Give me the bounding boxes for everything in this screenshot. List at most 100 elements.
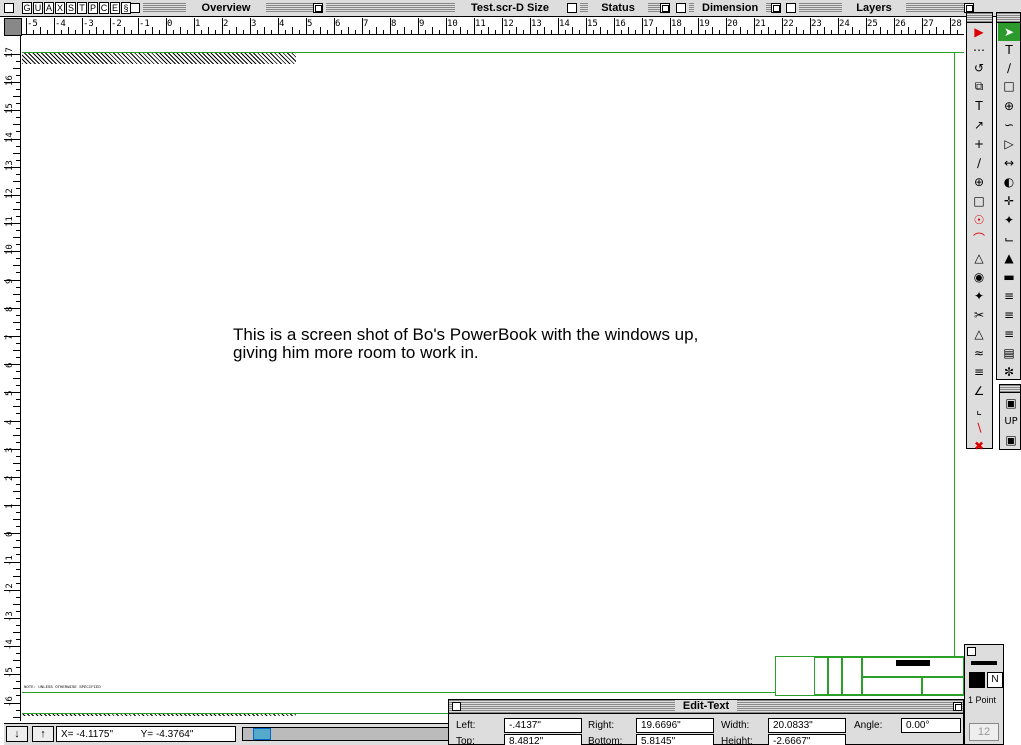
dimension-zoom-box[interactable] <box>771 3 781 13</box>
top-field[interactable]: 8.4812" <box>504 734 582 745</box>
tool-letter-s[interactable]: S <box>66 2 76 14</box>
ruler-top-major-tick <box>642 18 643 34</box>
duplicate-icon[interactable]: ⧉ <box>968 77 990 95</box>
left-field[interactable]: -.4137" <box>504 718 582 733</box>
horizontal-ruler[interactable]: -5 -4 -3 -2 -1 0 1 2 3 4 5 6 7 8 9 10 11 12 13 14 15 16 17 18 19… <box>22 18 964 35</box>
center-mark-icon[interactable]: ✛ <box>998 192 1020 210</box>
tool-letter-e[interactable]: E <box>110 2 120 14</box>
edit-text-palette[interactable]: Edit-Text Left: -.4137" Right: 19.6696" … <box>448 699 964 745</box>
ruler-left-minor-tick <box>13 491 20 492</box>
crosshair-icon[interactable]: ⊕ <box>968 173 990 191</box>
view-up-button[interactable]: UP <box>1000 413 1021 431</box>
vertical-ruler[interactable]: 17 16 15 14 13 12 11 10 9 8 7 6 5 4 3 2 1 0 -1 -2 -3 -4 -5 -6 <box>4 36 21 721</box>
horizontal-scroll-thumb[interactable] <box>253 728 271 740</box>
status-close-box[interactable] <box>567 3 577 13</box>
fill-color-swatch[interactable] <box>969 672 985 688</box>
pen-size-field[interactable]: 12 <box>969 723 999 741</box>
tool-letter-t[interactable]: T <box>77 2 87 14</box>
bezier-icon[interactable]: ∽ <box>998 116 1020 134</box>
arc-tool-icon[interactable]: ⌒ <box>968 230 990 248</box>
ruler-top-label: 9 <box>419 19 425 29</box>
eyedropper-icon[interactable]: ∖ <box>968 419 990 437</box>
dimension-close-box[interactable] <box>676 3 686 13</box>
ruler-top-minor-tick <box>565 30 566 34</box>
3d-cube-icon[interactable]: ▣ <box>1000 394 1021 412</box>
pointer-arrow-icon[interactable]: ▶ <box>968 23 990 41</box>
angle-field[interactable]: 0.00° <box>901 718 961 733</box>
parallel-lines-icon[interactable]: ≡ <box>968 363 990 381</box>
green-lines-icon[interactable]: ≡ <box>998 325 1020 343</box>
thick-lines-icon[interactable]: ▤ <box>998 344 1020 362</box>
tool-letter-u[interactable]: U <box>33 2 43 14</box>
line-tool-icon[interactable]: ∕ <box>968 154 990 172</box>
width-field[interactable]: 20.0833" <box>768 718 846 733</box>
pen-close-box[interactable] <box>967 647 976 656</box>
window-title-bar[interactable]: G U A X S T P C E § Overview Test.scr-D … <box>0 0 1021 17</box>
selection-arrow-icon[interactable]: ➤ <box>998 23 1020 41</box>
tool-palette-primary-drag-bar[interactable] <box>967 13 992 23</box>
close-box[interactable] <box>4 3 14 13</box>
bottom-field[interactable]: 5.8145" <box>636 734 714 745</box>
wave-icon[interactable]: ≈ <box>968 344 990 362</box>
pattern-none-swatch[interactable]: N <box>987 672 1003 688</box>
line-weight-icon[interactable]: ▬ <box>998 268 1020 286</box>
pen-weight-label[interactable]: 1 Point <box>968 695 996 705</box>
rectangle-tool-icon[interactable]: □ <box>968 192 990 210</box>
circle-tool-icon[interactable]: ☉ <box>968 211 990 229</box>
edit-text-zoom-box[interactable] <box>953 702 962 711</box>
eraser-icon[interactable]: △ <box>968 325 990 343</box>
angle-icon[interactable]: ∠ <box>968 382 990 400</box>
tool-palette-secondary-drag-bar[interactable] <box>997 13 1020 23</box>
point-icon[interactable]: + <box>968 135 990 153</box>
ruler-left-minor-tick <box>16 455 20 457</box>
height-field[interactable]: -2.6667" <box>768 734 846 745</box>
scroll-down-arrow-icon[interactable]: ↓ <box>6 726 28 742</box>
tool-letter-c[interactable]: C <box>99 2 109 14</box>
circle-center-icon[interactable]: ⊕ <box>998 97 1020 115</box>
overview-zoom-box[interactable] <box>313 3 323 13</box>
ruler-top-minor-tick <box>684 27 685 34</box>
eye-icon[interactable]: ◉ <box>968 268 990 286</box>
layers-close-box[interactable] <box>786 3 796 13</box>
dotted-line-icon[interactable]: ⋯ <box>968 41 990 59</box>
3d-rotate-icon[interactable]: ▣ <box>1000 431 1021 449</box>
paint-bucket-icon[interactable]: ▲ <box>998 249 1020 267</box>
scissors-icon[interactable]: ✂ <box>968 306 990 324</box>
spiral-icon[interactable]: ✼ <box>998 363 1020 381</box>
text-tool-icon[interactable]: T <box>968 97 990 115</box>
tool-letter-a[interactable]: A <box>44 2 54 14</box>
radius-icon[interactable]: ◐ <box>998 173 1020 191</box>
dimension-arrow-icon[interactable]: ↔ <box>998 154 1020 172</box>
corner-icon[interactable]: ⌙ <box>998 230 1020 248</box>
rotate-icon[interactable]: ↺ <box>968 59 990 77</box>
rectangle-icon[interactable]: □ <box>998 77 1020 95</box>
edit-text-close-box[interactable] <box>452 702 461 711</box>
drawing-title-block[interactable] <box>775 656 964 696</box>
status-zoom-box[interactable] <box>660 3 670 13</box>
polygon-tool-icon[interactable]: △ <box>968 249 990 267</box>
node-icon[interactable]: ✦ <box>998 211 1020 229</box>
line-style-icon[interactable]: ≡ <box>998 287 1020 305</box>
ruler-top-minor-tick <box>271 30 272 34</box>
tool-letter-g[interactable]: G <box>22 2 32 14</box>
right-field[interactable]: 19.6696" <box>636 718 714 733</box>
hatch-lines-icon[interactable]: ≡ <box>998 306 1020 324</box>
tool-letter-p[interactable]: P <box>88 2 98 14</box>
diagonal-line-icon[interactable]: ∕ <box>998 59 1020 77</box>
fillet-icon[interactable]: ⌞ <box>968 401 990 419</box>
callout-icon[interactable]: ↗ <box>968 116 990 134</box>
ruler-left-minor-tick <box>16 667 20 669</box>
polyline-icon[interactable]: ▷ <box>998 135 1020 153</box>
drawing-canvas[interactable]: This is a screen shot of Bo's PowerBook … <box>22 36 964 716</box>
delete-x-icon[interactable]: ✖ <box>968 437 990 455</box>
scroll-up-arrow-icon[interactable]: ↑ <box>32 726 54 742</box>
ruler-origin-corner[interactable] <box>4 18 22 36</box>
horizontal-scrollbar[interactable] <box>242 727 450 741</box>
text-note[interactable]: This is a screen shot of Bo's PowerBook … <box>233 326 698 362</box>
edit-text-title-bar[interactable]: Edit-Text <box>449 700 963 714</box>
text-tool-icon-2[interactable]: T <box>998 41 1020 59</box>
snap-icon[interactable]: ✦ <box>968 287 990 305</box>
ruler-top-minor-tick <box>656 27 657 34</box>
tool-letter-x[interactable]: X <box>55 2 65 14</box>
overview-close-box[interactable] <box>130 3 140 13</box>
